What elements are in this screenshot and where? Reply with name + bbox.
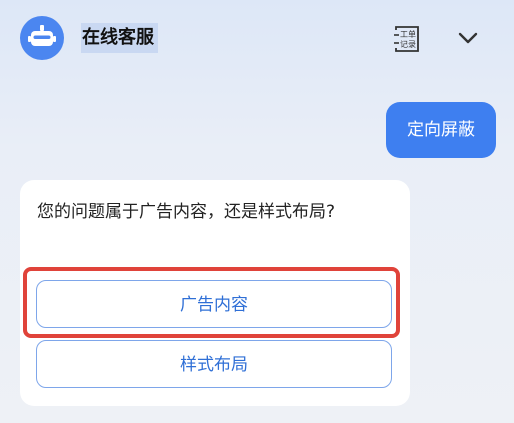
robot-avatar-icon — [20, 16, 64, 60]
user-message-bubble: 定向屏蔽 — [386, 102, 496, 158]
option-button-ad-content[interactable]: 广告内容 — [36, 280, 392, 328]
work-order-record-icon[interactable]: 工单 记录 — [392, 24, 422, 54]
chevron-down-icon[interactable] — [456, 28, 480, 48]
page-title: 在线客服 — [81, 23, 158, 53]
bot-message-card: 您的问题属于广告内容，还是样式布局? 广告内容 样式布局 — [20, 180, 410, 406]
worklog-label-top: 工单 — [400, 29, 416, 39]
option-button-style-layout[interactable]: 样式布局 — [36, 340, 392, 388]
chat-header: 在线客服 工单 记录 — [0, 0, 514, 78]
worklog-label-bottom: 记录 — [400, 40, 416, 49]
bot-question-text: 您的问题属于广告内容，还是样式布局? — [37, 202, 336, 222]
